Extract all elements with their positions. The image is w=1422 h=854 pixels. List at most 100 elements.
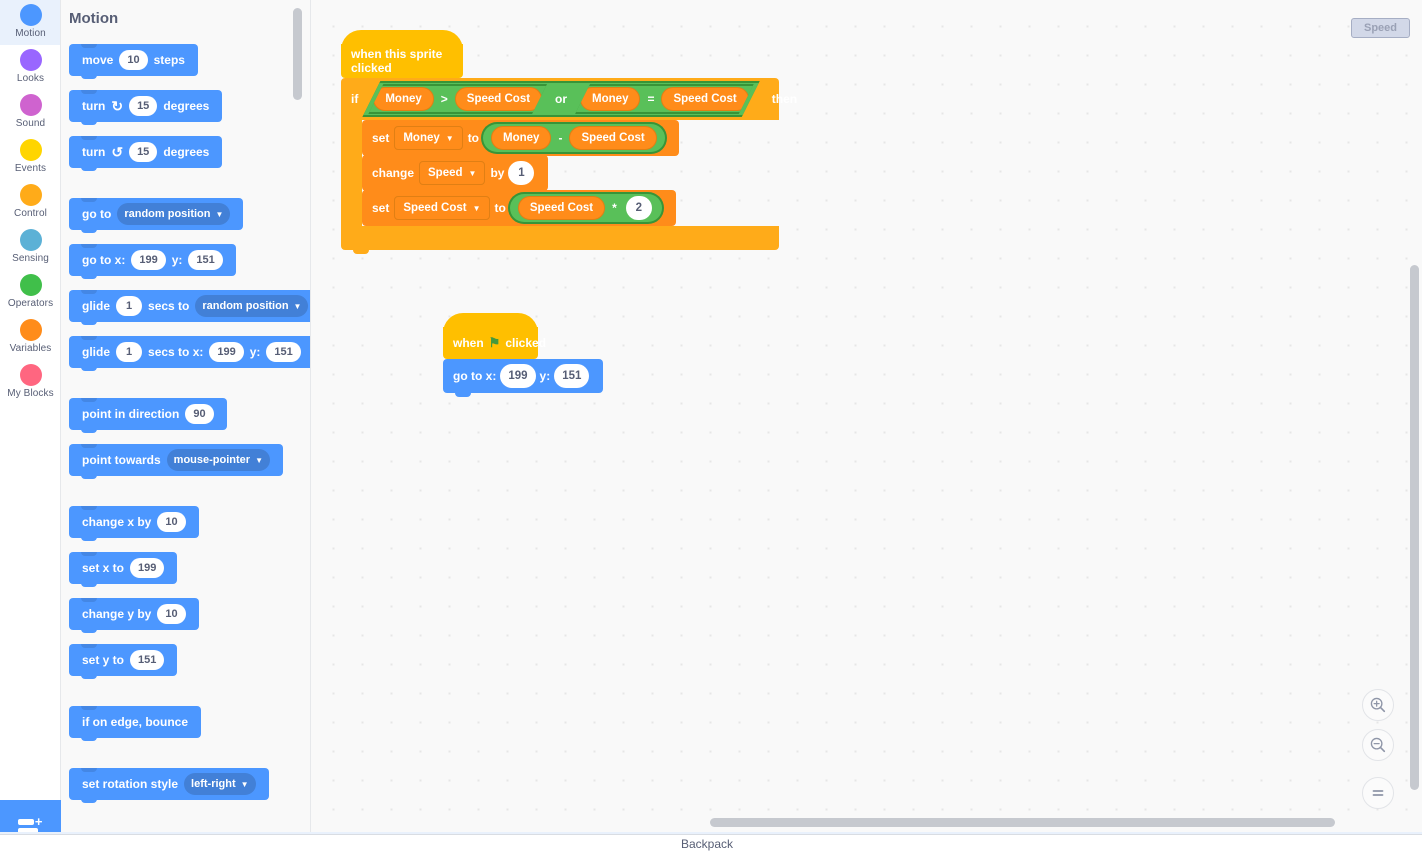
palette-block-point-in-direction[interactable]: point in direction 90 [69, 398, 227, 433]
if-then-header[interactable]: if Money > Speed Cost or Money = Speed C… [341, 78, 797, 120]
sensing-color-icon [19, 229, 42, 251]
palette-block-glide-to[interactable]: glide 1 secs to random position ▼ [69, 290, 310, 325]
x-input[interactable]: 199 [209, 342, 244, 362]
category-my-blocks[interactable]: My Blocks [0, 360, 60, 405]
hat-block-when-this-sprite-clicked[interactable]: when this sprite clicked [341, 30, 463, 78]
variable-speed-cost[interactable]: Speed Cost [569, 126, 657, 150]
palette-block-go-to-xy[interactable]: go to x: 199 y: 151 [69, 244, 236, 279]
block-label: move [82, 53, 114, 67]
zoom-out-button[interactable] [1362, 729, 1394, 761]
go-to-xy-block[interactable]: go to x: 199 y: 151 [443, 359, 604, 397]
y-input[interactable]: 151 [188, 250, 223, 270]
hat-block-when-flag-clicked[interactable]: when ⚑ clicked [443, 313, 546, 359]
change-variable-speed-block[interactable]: change Speed ▼ by 1 [362, 155, 549, 195]
palette-block-move-steps[interactable]: move 10 steps [69, 44, 198, 79]
palette-block-turn-cw[interactable]: turn ↻ 15 degrees [69, 90, 223, 125]
go-to-target-dropdown[interactable]: random position ▼ [117, 203, 231, 225]
variable-money[interactable]: Money [373, 87, 433, 111]
palette-block-set-rotation-style[interactable]: set rotation style left-right ▼ [69, 768, 269, 803]
secs-input[interactable]: 1 [116, 296, 143, 316]
clicked-keyword: clicked [505, 336, 547, 350]
palette-category-title: Motion [69, 10, 119, 27]
control-color-icon [19, 184, 42, 206]
subtract-operator-block[interactable]: Money - Speed Cost [481, 122, 667, 154]
script-workspace[interactable]: Speed when this sprite clicked if Money … [311, 0, 1422, 834]
set-y-input[interactable]: 151 [130, 650, 165, 670]
direction-input[interactable]: 90 [185, 404, 214, 424]
palette-block-change-y-by[interactable]: change y by 10 [69, 598, 199, 633]
backpack-bar[interactable]: Backpack [0, 834, 1422, 854]
change-amount-input[interactable]: 1 [508, 161, 535, 185]
palette-block-go-to[interactable]: go to random position ▼ [69, 198, 244, 233]
palette-block-set-y-to[interactable]: set y to 151 [69, 644, 178, 679]
steps-input[interactable]: 10 [119, 50, 148, 70]
block-palette[interactable]: Motion move 10 steps turn ↻ 15 degrees t… [61, 0, 311, 834]
variable-speed-cost[interactable]: Speed Cost [455, 87, 542, 111]
category-label: Sound [15, 118, 46, 129]
category-events[interactable]: Events [0, 135, 60, 180]
y-input[interactable]: 151 [554, 364, 590, 388]
category-looks[interactable]: Looks [0, 45, 60, 90]
if-then-block[interactable]: if Money > Speed Cost or Money = Speed C… [341, 78, 797, 254]
category-control[interactable]: Control [0, 180, 60, 225]
variable-target-dropdown[interactable]: Speed Cost ▼ [394, 196, 490, 220]
palette-scrollbar-thumb[interactable] [293, 8, 302, 100]
y-input[interactable]: 151 [266, 342, 301, 362]
x-input[interactable]: 199 [500, 364, 536, 388]
variable-money[interactable]: Money [580, 87, 640, 111]
variable-target-dropdown[interactable]: Money ▼ [394, 126, 463, 150]
change-y-input[interactable]: 10 [157, 604, 186, 624]
block-label: y: [539, 369, 551, 383]
rotation-style-dropdown[interactable]: left-right ▼ [184, 773, 256, 795]
category-operators[interactable]: Operators [0, 270, 60, 315]
x-input[interactable]: 199 [131, 250, 166, 270]
category-sound[interactable]: Sound [0, 90, 60, 135]
block-label: turn [82, 145, 106, 159]
category-variables[interactable]: Variables [0, 315, 60, 360]
chevron-down-icon: ▼ [472, 203, 481, 213]
dropdown-value: Money [403, 132, 440, 144]
change-x-input[interactable]: 10 [157, 512, 186, 532]
block-label: glide [82, 299, 111, 313]
variable-target-dropdown[interactable]: Speed ▼ [419, 161, 486, 185]
category-sidebar: Motion Looks Sound Events Control Sensin… [0, 0, 61, 834]
palette-block-if-on-edge-bounce[interactable]: if on edge, bounce [69, 706, 202, 741]
variables-color-icon [19, 319, 42, 341]
palette-block-change-x-by[interactable]: change x by 10 [69, 506, 199, 541]
degrees-input[interactable]: 15 [129, 142, 158, 162]
degrees-input[interactable]: 15 [129, 96, 158, 116]
secs-input[interactable]: 1 [116, 342, 143, 362]
equals-operator-block[interactable]: Money = Speed Cost [575, 84, 754, 114]
category-label: Operators [7, 298, 54, 309]
set-variable-money-block[interactable]: set Money ▼ to Money - Speed Cost [362, 120, 679, 160]
workspace-vertical-scrollbar-thumb[interactable] [1410, 265, 1419, 790]
dropdown-value: Speed [428, 167, 463, 179]
set-x-input[interactable]: 199 [130, 558, 165, 578]
set-keyword: set [372, 131, 390, 145]
or-operator-block[interactable]: Money > Speed Cost or Money = Speed Cost [362, 81, 759, 117]
category-sensing[interactable]: Sensing [0, 225, 60, 270]
zoom-in-button[interactable] [1362, 689, 1394, 721]
multiplier-input[interactable]: 2 [625, 196, 652, 220]
script-when-sprite-clicked[interactable]: when this sprite clicked if Money > Spee… [341, 30, 797, 254]
variable-speed-cost[interactable]: Speed Cost [517, 196, 606, 220]
variable-monitor-speed[interactable]: Speed [1350, 18, 1410, 38]
block-label: steps [153, 53, 185, 67]
category-motion[interactable]: Motion [0, 0, 60, 45]
multiply-operator-block[interactable]: Speed Cost * 2 [507, 192, 664, 224]
palette-block-set-x-to[interactable]: set x to 199 [69, 552, 178, 587]
variable-speed-cost[interactable]: Speed Cost [661, 87, 748, 111]
greater-than-operator-block[interactable]: Money > Speed Cost [368, 84, 547, 114]
script-when-flag-clicked[interactable]: when ⚑ clicked go to x: 199 y: 151 [443, 313, 604, 397]
palette-block-turn-ccw[interactable]: turn ↺ 15 degrees [69, 136, 223, 171]
zoom-reset-button[interactable] [1362, 777, 1394, 809]
palette-block-point-towards[interactable]: point towards mouse-pointer ▼ [69, 444, 283, 479]
workspace-horizontal-scrollbar-thumb[interactable] [710, 818, 1335, 827]
if-keyword: if [351, 92, 359, 106]
palette-block-glide-to-xy[interactable]: glide 1 secs to x: 199 y: 151 [69, 336, 310, 371]
glide-target-dropdown[interactable]: random position ▼ [195, 295, 309, 317]
dropdown-value: mouse-pointer [173, 454, 251, 466]
point-towards-dropdown[interactable]: mouse-pointer ▼ [166, 449, 270, 471]
variable-money[interactable]: Money [491, 126, 552, 150]
set-variable-speed-cost-block[interactable]: set Speed Cost ▼ to Speed Cost * 2 [362, 190, 676, 230]
